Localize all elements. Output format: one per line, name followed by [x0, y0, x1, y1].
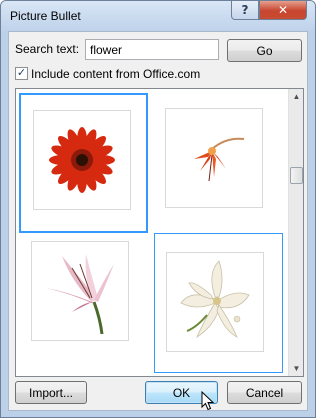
gallery-item-red-gerbera[interactable]: [19, 93, 148, 233]
search-input[interactable]: [85, 39, 219, 60]
picture-gallery: ▲ ▼: [15, 88, 304, 377]
scroll-thumb[interactable]: [290, 167, 303, 184]
gallery-item-pink-lily[interactable]: [19, 233, 148, 373]
scroll-up-icon[interactable]: ▲: [289, 89, 303, 104]
orange-fuchsia-image: [165, 108, 263, 208]
search-label: Search text:: [15, 42, 80, 56]
go-label: Go: [256, 43, 273, 58]
include-office-checkbox[interactable]: ✓: [15, 67, 28, 80]
white-lily-image: [166, 252, 264, 352]
scroll-down-icon[interactable]: ▼: [289, 361, 303, 376]
gallery-scrollbar[interactable]: ▲ ▼: [288, 89, 303, 376]
close-icon: ✕: [277, 3, 289, 17]
help-button[interactable]: ?: [231, 1, 259, 20]
gallery-item-white-lily[interactable]: [154, 233, 283, 373]
go-button[interactable]: Go: [227, 39, 302, 62]
cancel-button[interactable]: Cancel: [227, 381, 302, 404]
cancel-label: Cancel: [245, 385, 284, 400]
dialog-title: Picture Bullet: [10, 9, 81, 23]
import-label: Import...: [28, 385, 73, 400]
mouse-cursor-icon: [201, 391, 215, 411]
ok-label: OK: [172, 385, 191, 400]
import-button[interactable]: Import...: [15, 381, 87, 404]
pink-lily-image: [31, 241, 129, 341]
red-gerbera-image: [33, 110, 131, 210]
include-office-label[interactable]: Include content from Office.com: [31, 67, 200, 81]
gallery-item-orange-fuchsia[interactable]: [154, 93, 283, 233]
dialog-body: Search text: Go ✓ Include content from O…: [8, 31, 308, 411]
title-bar[interactable]: Picture Bullet ? ✕: [1, 1, 315, 31]
picture-bullet-dialog: Picture Bullet ? ✕ Search text: Go ✓ Inc…: [0, 0, 316, 418]
help-icon: ?: [241, 3, 249, 17]
check-icon: ✓: [16, 67, 27, 79]
close-button[interactable]: ✕: [259, 1, 307, 20]
